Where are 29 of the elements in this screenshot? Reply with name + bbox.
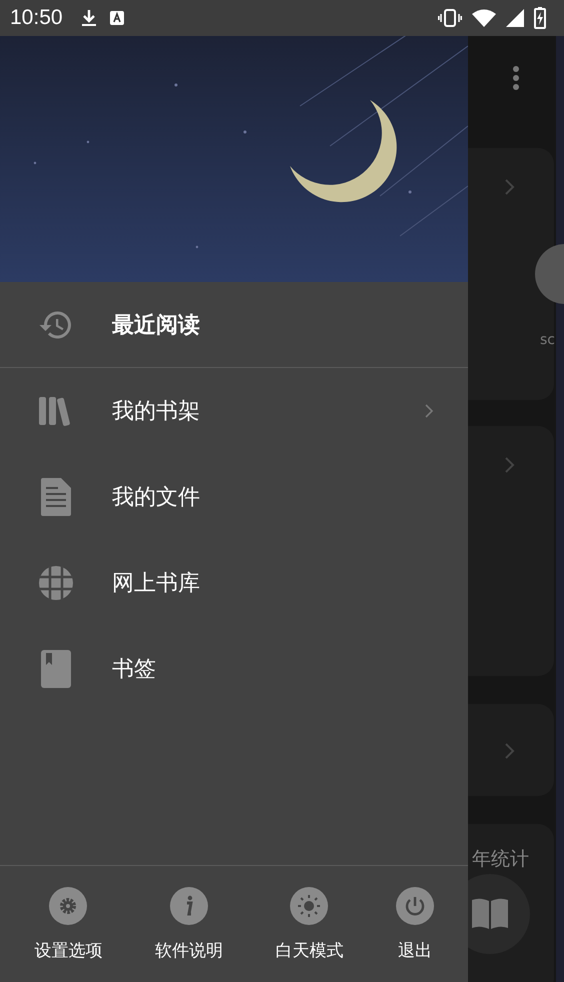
globe-icon	[38, 565, 74, 601]
info-icon	[170, 886, 208, 924]
stats-title: 年统计	[472, 847, 529, 872]
chevron-icon[interactable]	[504, 742, 516, 760]
wifi-icon	[472, 9, 496, 27]
more-icon[interactable]	[512, 65, 520, 91]
drawer-item[interactable]: 最近阅读	[0, 282, 468, 368]
drawer-action[interactable]: 设置选项	[34, 886, 102, 962]
book-icon	[470, 897, 510, 931]
settings-icon	[49, 886, 88, 924]
drawer-action[interactable]: 白天模式	[275, 886, 344, 962]
drawer-action[interactable]: 软件说明	[154, 886, 223, 962]
drawer-item[interactable]: 书签	[0, 626, 468, 712]
power-icon	[396, 886, 434, 924]
signal-icon	[506, 9, 524, 27]
avatar-caption: sc	[540, 332, 555, 348]
chevron-icon[interactable]	[504, 456, 516, 474]
chevron-icon[interactable]	[504, 178, 516, 196]
drawer-action[interactable]: 退出	[396, 886, 434, 962]
app-notification-icon	[108, 10, 125, 26]
document-icon	[41, 478, 71, 516]
drawer-item[interactable]: 我的文件	[0, 454, 468, 540]
sun-icon	[290, 886, 328, 924]
drawer-item[interactable]: 我的书架	[0, 368, 468, 454]
bookmark-icon	[41, 650, 71, 688]
battery-charging-icon	[534, 7, 546, 29]
drawer-item[interactable]: 网上书库	[0, 540, 468, 626]
vibrate-icon	[438, 8, 462, 28]
clock: 10:50	[10, 6, 63, 30]
